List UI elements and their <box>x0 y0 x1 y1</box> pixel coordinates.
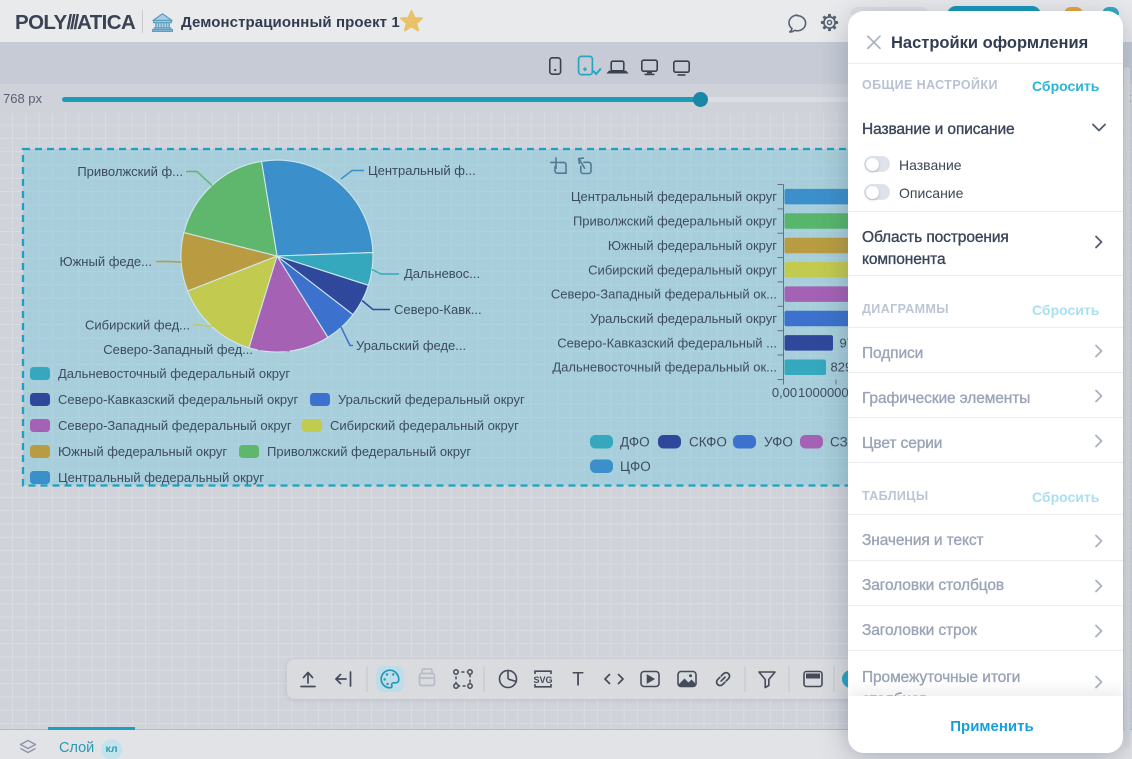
svg-text:Сибирский федеральный округ: Сибирский федеральный округ <box>330 418 519 433</box>
svg-text:Северо-Западный федеральный ок: Северо-Западный федеральный ок... <box>551 287 777 302</box>
svg-text:СКФО: СКФО <box>689 435 727 450</box>
svg-text:Приволжский федеральный округ: Приволжский федеральный округ <box>573 214 777 229</box>
svg-text:Сибирский фед...: Сибирский фед... <box>85 318 190 333</box>
svg-text:Южный федеральный округ: Южный федеральный округ <box>58 444 227 459</box>
svg-text:Северо-Западный федеральный ок: Северо-Западный федеральный округ <box>58 418 292 433</box>
svg-text:Уральский федеральный округ: Уральский федеральный округ <box>590 311 777 326</box>
svg-text:Уральский феде...: Уральский феде... <box>356 338 466 353</box>
svg-text:Северо-Западный фед...: Северо-Западный фед... <box>103 342 253 357</box>
svg-text:Центральный федеральный округ: Центральный федеральный округ <box>58 470 264 485</box>
svg-text:Сибирский федеральный округ: Сибирский федеральный округ <box>588 262 777 277</box>
svg-text:Дальневосточный федеральный ок: Дальневосточный федеральный ок... <box>552 360 777 375</box>
svg-text:Центральный ф...: Центральный ф... <box>368 163 476 178</box>
svg-text:ДФО: ДФО <box>620 435 650 450</box>
svg-text:Дальневос...: Дальневос... <box>404 266 480 281</box>
svg-text:0,00: 0,00 <box>772 385 797 400</box>
svg-text:УФО: УФО <box>764 435 793 450</box>
svg-text:T: T <box>572 670 584 691</box>
svg-text:Дальневосточный федеральный ок: Дальневосточный федеральный округ <box>58 366 290 381</box>
svg-text:Приволжский федеральный округ: Приволжский федеральный округ <box>267 444 471 459</box>
svg-text:ЦФО: ЦФО <box>620 459 651 474</box>
svg-text:Северо-Кавк...: Северо-Кавк... <box>394 302 482 317</box>
svg-text:Северо-Кавказский федеральный: Северо-Кавказский федеральный округ <box>58 392 298 407</box>
svg-text:Приволжский ф...: Приволжский ф... <box>77 164 183 179</box>
svg-text:Южный феде...: Южный феде... <box>59 254 152 269</box>
svg-text:Южный федеральный округ: Южный федеральный округ <box>608 238 777 253</box>
svg-text:SVG: SVG <box>533 675 552 685</box>
svg-text:Уральский федеральный округ: Уральский федеральный округ <box>338 392 525 407</box>
svg-text:Центральный федеральный округ: Центральный федеральный округ <box>571 189 777 204</box>
svg-text:Северо-Кавказский федеральный: Северо-Кавказский федеральный ... <box>557 335 777 350</box>
